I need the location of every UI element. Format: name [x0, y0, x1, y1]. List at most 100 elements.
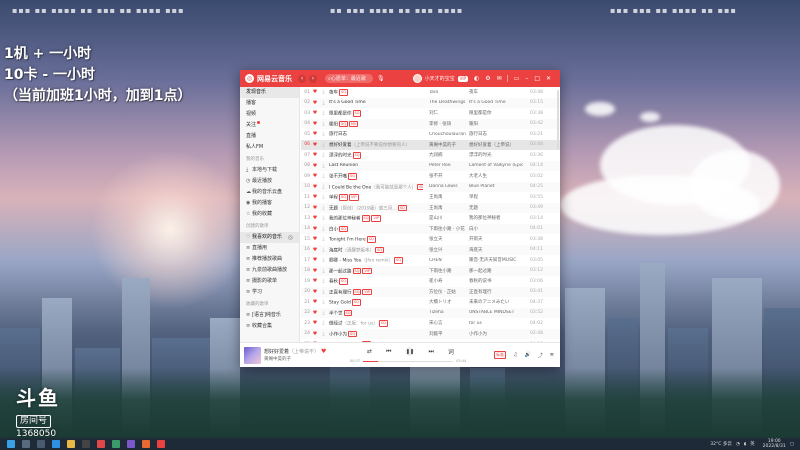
download-icon[interactable]: ⤓	[320, 331, 327, 337]
now-playing-artist[interactable]: 黄阁中昊的子	[264, 356, 334, 362]
heart-icon[interactable]: ♥	[310, 289, 320, 295]
song-album[interactable]: 海底天	[467, 247, 523, 253]
song-title[interactable]: 正直有理行 SQ VIP	[327, 288, 423, 295]
song-title[interactable]: 想好好爱着（上帝说不要说你想要的人）	[327, 142, 423, 148]
download-icon[interactable]: ⤓	[320, 226, 327, 232]
pause-button[interactable]: ❚❚	[405, 347, 415, 356]
heart-icon[interactable]: ♥	[310, 184, 320, 190]
heart-icon[interactable]: ♥	[310, 278, 320, 284]
table-row[interactable]: 07 ♥ ⤓ 漂浮的时光 SQ 亢润楠 漂浮的时光 03:36	[301, 150, 560, 161]
heart-icon[interactable]: ♥	[310, 299, 320, 305]
table-row[interactable]: 04 ♥ ⤓ 暖阳 SQ MV 李修 · 张琦 暖阳 03:42	[301, 118, 560, 129]
song-artist[interactable]: 王尚禹	[423, 194, 467, 200]
song-title[interactable]: 做经过（正版：for us） SQ	[327, 320, 423, 327]
download-icon[interactable]: ⤓	[320, 89, 327, 95]
table-row[interactable]: 08 ♥ ⤓ Last Reunion Peter Roe Lament of Valky…	[301, 160, 560, 171]
heartbeat-mode-icon[interactable]: ◎	[288, 232, 293, 243]
table-row[interactable]: 20 ♥ ⤓ 正直有理行 SQ VIP 方位仪 · 芷姑 正直有理行 03:41	[301, 286, 560, 297]
app-icon[interactable]	[112, 440, 120, 448]
heart-icon[interactable]: ♥	[310, 268, 320, 274]
song-album[interactable]: 单程	[467, 194, 523, 200]
vip-badge[interactable]: VIP	[457, 75, 468, 82]
song-album[interactable]: Lament of Valkyrie (Epic mu...	[467, 163, 523, 168]
download-icon[interactable]: ⤓	[320, 110, 327, 116]
song-album[interactable]: 开雨天	[467, 236, 523, 242]
download-icon[interactable]: ⤓	[320, 131, 327, 137]
song-artist[interactable]: CHEN	[423, 258, 467, 263]
sidebar-item-discover[interactable]: 发现音乐	[240, 87, 299, 98]
song-title[interactable]: 那一起过路 SQ VIP	[327, 267, 423, 274]
table-row[interactable]: 23 ♥ ⤓ 做经过（正版：for us） SQ 宋心言 for us 04:02	[301, 318, 560, 329]
heart-icon[interactable]: ♥	[310, 152, 320, 158]
app-icon[interactable]	[142, 440, 150, 448]
network-icon[interactable]: ◔	[736, 442, 740, 447]
table-row[interactable]: 13 ♥ ⤓ 我的那位神秘者 SQ VIP 是山川 我的那位神秘者 03:14	[301, 213, 560, 224]
obs-icon[interactable]	[82, 440, 90, 448]
close-icon[interactable]: ✕	[546, 75, 551, 82]
song-artist[interactable]: 王尚禹	[423, 205, 467, 211]
song-artist[interactable]: 李修 · 张琦	[423, 121, 467, 127]
skin-icon[interactable]: ◐	[474, 75, 479, 82]
avatar[interactable]	[412, 74, 422, 83]
search-icon[interactable]	[22, 440, 30, 448]
table-row[interactable]: 06 ♥ ⤓ 想好好爱着（上帝说不要说你想要的人） 黄阁中昊的子 想好好爱着（上帝说） 03…	[301, 139, 560, 150]
download-icon[interactable]: ⤓	[320, 310, 327, 316]
sidebar-item-playlist[interactable]: ≡ 收藏合集	[240, 321, 299, 332]
heart-icon[interactable]: ♥	[310, 236, 320, 242]
browser-icon[interactable]	[52, 440, 60, 448]
sidebar-item-liked[interactable]: ♡ 我喜欢的音乐 ◎	[240, 232, 299, 243]
heart-icon[interactable]: ♥	[310, 89, 320, 95]
song-title[interactable]: 张不开嘴 SQ	[327, 173, 423, 180]
prev-icon[interactable]: ⏮	[386, 348, 391, 356]
table-row[interactable]: 19 ♥ ⤓ 春秋 SQ 崔小寿 春秋的说书 03:06	[301, 276, 560, 287]
download-icon[interactable]: ⤓	[320, 121, 327, 127]
heart-icon[interactable]: ♥	[310, 320, 320, 326]
sidebar-item-live[interactable]: 直播	[240, 131, 299, 142]
song-album[interactable]: 想好好爱着（上帝说）	[467, 142, 523, 148]
heart-icon[interactable]: ♥	[310, 215, 320, 221]
table-row[interactable]: 11 ♥ ⤓ 单程 SQ VIP 王尚禹 单程 03:55	[301, 192, 560, 203]
song-title[interactable]: 旅行日志	[327, 131, 423, 137]
download-icon[interactable]: ⤓	[320, 247, 327, 253]
download-icon[interactable]: ⤓	[320, 163, 327, 169]
song-artist[interactable]: 宋心言	[423, 320, 467, 326]
song-title[interactable]: 漂浮的时光 SQ	[327, 152, 423, 159]
heart-icon[interactable]: ♥	[310, 194, 320, 200]
table-row[interactable]: 16 ♥ ⤓ 海底时（清醒梦版本） SQ 张立兴 海底天 04:11	[301, 244, 560, 255]
mini-mode-icon[interactable]: ▭	[514, 75, 520, 82]
song-artist[interactable]: 大橋トリオ	[423, 299, 467, 305]
song-title[interactable]: Stay Gold SQ	[327, 299, 423, 306]
song-album[interactable]: 眼里都是你	[467, 110, 523, 116]
song-title[interactable]: 无题（原创）（2019版）感三月… SQ	[327, 204, 423, 211]
heart-icon[interactable]: ♥	[310, 205, 320, 211]
song-album[interactable]: UNSTABLE MINDSET	[467, 310, 523, 315]
heart-icon[interactable]: ♥	[310, 257, 320, 263]
playlist-queue-icon[interactable]: ≣	[550, 352, 554, 358]
song-artist[interactable]: 刘懿平	[423, 331, 467, 337]
song-album[interactable]: for us	[467, 321, 523, 326]
progress-bar[interactable]	[363, 360, 454, 362]
table-row[interactable]: 18 ♥ ⤓ 那一起过路 SQ VIP 下雨往小路 那一起过路 03:12	[301, 265, 560, 276]
windows-start-icon[interactable]	[7, 440, 15, 448]
song-artist[interactable]: The Deathwings	[423, 100, 467, 105]
download-icon[interactable]: ⤓	[320, 236, 327, 242]
song-album[interactable]: 小作小为	[467, 331, 523, 337]
sidebar-item-favorites[interactable]: ☆ 我的收藏	[240, 209, 299, 220]
heart-icon[interactable]: ♥	[310, 110, 320, 116]
song-title[interactable]: Tonight I'm Here SQ	[327, 236, 423, 243]
table-row[interactable]: 17 ♥ ⤓ 卿卿 - Miss You（Jfxx remix） SQ CHEN 暖音·无声…	[301, 255, 560, 266]
search-input[interactable]: ⌕ 心愿单：最近歌	[325, 74, 373, 83]
minimize-icon[interactable]: –	[525, 75, 528, 82]
song-artist[interactable]: 黄阁中昊的子	[423, 142, 467, 148]
sidebar-item-podcast[interactable]: 播客	[240, 98, 299, 109]
song-title[interactable]: I Could Be the One（我可能就是那个人） SQ	[327, 183, 423, 190]
song-album[interactable]: 无题	[467, 205, 523, 211]
song-artist[interactable]: Taro	[423, 90, 467, 95]
folder-icon[interactable]	[67, 440, 75, 448]
heart-icon[interactable]: ♥	[310, 163, 320, 169]
song-artist[interactable]: 刘仁	[423, 110, 467, 116]
table-row[interactable]: 09 ♥ ⤓ 张不开嘴 SQ 张不开 大老人生 03:02	[301, 171, 560, 182]
sound-effect-icon[interactable]: ♫	[513, 352, 517, 358]
song-artist[interactable]: 张立天	[423, 236, 467, 242]
table-row[interactable]: 15 ♥ ⤓ Tonight I'm Here SQ 张立天 开雨天 03:38	[301, 234, 560, 245]
